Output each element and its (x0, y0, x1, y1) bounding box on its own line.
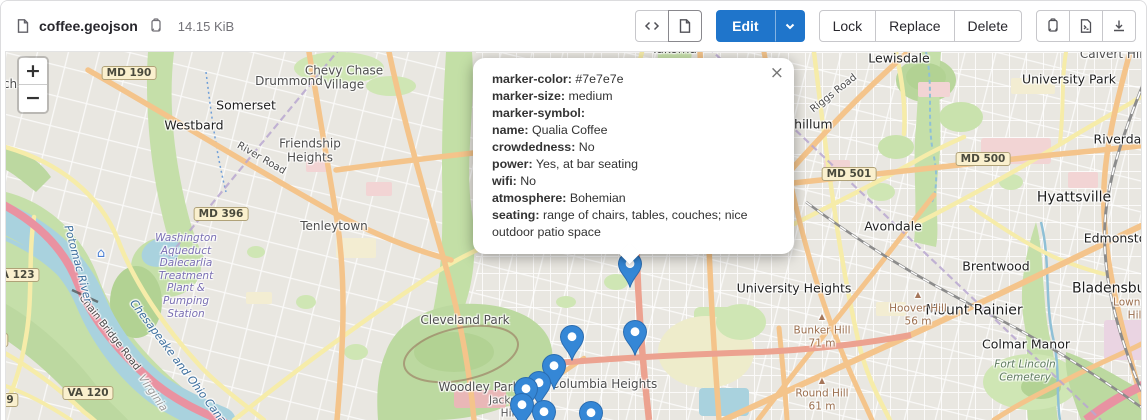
edit-button[interactable]: Edit (716, 10, 774, 42)
download-icon (1111, 18, 1127, 34)
lock-button[interactable]: Lock (819, 10, 877, 42)
view-toggle-group (635, 10, 702, 42)
popup-close-button[interactable]: × (764, 61, 790, 85)
header-actions: Edit Lock Replace Delete (635, 10, 1136, 42)
document-icon (677, 18, 693, 34)
popup-property: seating: range of chairs, tables, couche… (492, 207, 775, 241)
rendered-view-button[interactable] (668, 10, 702, 42)
code-icon (644, 18, 660, 34)
popup-property: crowdedness: No (492, 139, 775, 156)
file-name: coffee.geojson (39, 18, 138, 34)
file-utility-group (1036, 10, 1136, 42)
replace-button[interactable]: Replace (875, 10, 954, 42)
file-action-group: Lock Replace Delete (819, 10, 1022, 42)
popup-property: marker-size: medium (492, 88, 775, 105)
file-info: coffee.geojson 14.15 KiB (15, 16, 234, 36)
edit-dropdown-button[interactable] (775, 10, 805, 42)
map-outer: TakomaChevy ChaseVillageDrummondSomerset… (1, 51, 1146, 420)
code-view-button[interactable] (635, 10, 669, 42)
popup-properties: marker-color: #7e7e7emarker-size: medium… (492, 71, 775, 241)
clipboard-copy-icon (1045, 18, 1061, 34)
popup-property: marker-color: #7e7e7e (492, 71, 775, 88)
snippet-file-card: coffee.geojson 14.15 KiB (0, 0, 1147, 420)
open-raw-button[interactable] (1069, 10, 1103, 42)
map-marker[interactable] (531, 399, 557, 420)
download-button[interactable] (1102, 10, 1136, 42)
popup-property: power: Yes, at bar seating (492, 156, 775, 173)
popup-property: atmosphere: Bohemian (492, 190, 775, 207)
chevron-down-icon (784, 20, 796, 32)
file-header: coffee.geojson 14.15 KiB (1, 1, 1146, 51)
file-size: 14.15 KiB (178, 19, 234, 34)
popup-property: marker-symbol: (492, 105, 775, 122)
map-marker[interactable] (622, 319, 648, 362)
zoom-control: + − (17, 56, 49, 114)
copy-contents-button[interactable] (1036, 10, 1070, 42)
map-popup: × marker-color: #7e7e7emarker-size: medi… (473, 58, 794, 254)
delete-button[interactable]: Delete (954, 10, 1022, 42)
clipboard-copy-icon (148, 18, 164, 34)
copy-file-name-button[interactable] (146, 16, 166, 36)
popup-property: wifi: No (492, 173, 775, 190)
raw-file-icon (1078, 18, 1094, 34)
file-icon (15, 18, 31, 34)
zoom-in-button[interactable]: + (19, 58, 47, 85)
map-marker[interactable] (578, 400, 604, 420)
zoom-out-button[interactable]: − (19, 85, 47, 112)
map[interactable]: TakomaChevy ChaseVillageDrummondSomerset… (5, 51, 1142, 420)
edit-split-button: Edit (716, 10, 804, 42)
popup-property: name: Qualia Coffee (492, 122, 775, 139)
